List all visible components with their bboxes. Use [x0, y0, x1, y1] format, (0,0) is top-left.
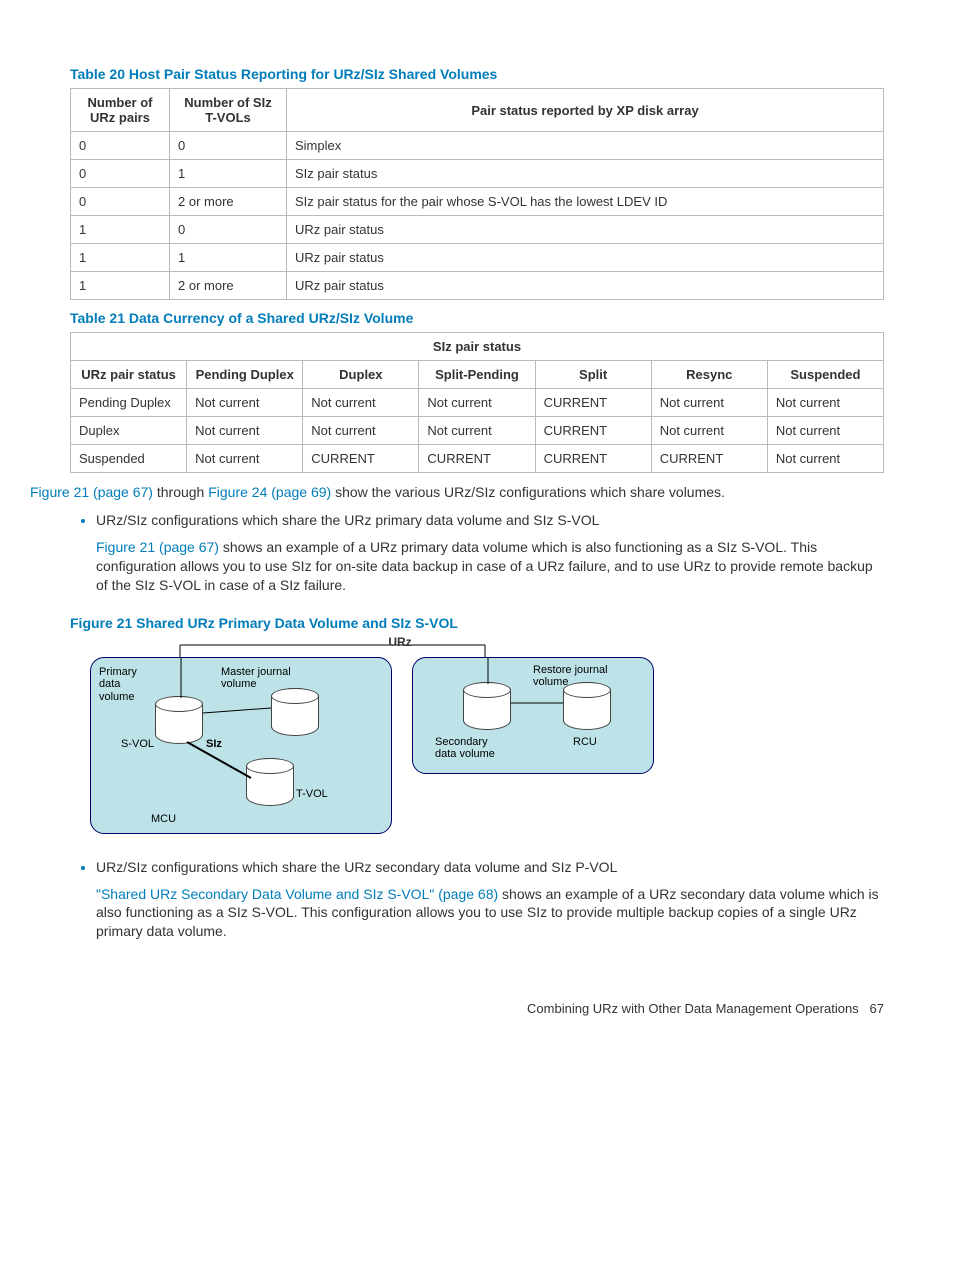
table-cell: Pending Duplex: [71, 389, 187, 417]
table-cell: 0: [170, 216, 287, 244]
table-cell: Not current: [767, 445, 883, 473]
table-cell: 1: [71, 272, 170, 300]
urz-label: URz: [150, 635, 650, 649]
tvol-cyl-icon: [246, 758, 294, 806]
table-cell: 2 or more: [170, 272, 287, 300]
table-cell: URz pair status: [287, 272, 884, 300]
table-21: SIz pair status URz pair statusPending D…: [70, 332, 884, 473]
t20-h2: Number of SIz T-VOLs: [170, 89, 287, 132]
table-cell: 1: [71, 244, 170, 272]
table-cell: Simplex: [287, 132, 884, 160]
link-fig24[interactable]: Figure 24 (page 69): [208, 484, 331, 500]
table-cell: 2 or more: [170, 188, 287, 216]
master-journal-cyl-icon: [271, 688, 319, 736]
t20-h1: Number of URz pairs: [71, 89, 170, 132]
bullet-shared-secondary: URz/SIz configurations which share the U…: [96, 859, 884, 942]
table-cell: CURRENT: [651, 445, 767, 473]
primary-cyl-icon: [155, 696, 203, 744]
link-shared-secondary[interactable]: "Shared URz Secondary Data Volume and SI…: [96, 886, 498, 902]
table-cell: Not current: [767, 389, 883, 417]
table-cell: URz pair status: [287, 244, 884, 272]
table-cell: 0: [71, 160, 170, 188]
table-cell: CURRENT: [535, 417, 651, 445]
table-cell: Not current: [187, 445, 303, 473]
link-fig21[interactable]: Figure 21 (page 67): [30, 484, 153, 500]
bullet-shared-primary: URz/SIz configurations which share the U…: [96, 512, 884, 595]
table-cell: 0: [71, 132, 170, 160]
table-cell: Not current: [767, 417, 883, 445]
t20-h3: Pair status reported by XP disk array: [287, 89, 884, 132]
table-header: Split: [535, 361, 651, 389]
table-cell: 0: [170, 132, 287, 160]
table-cell: URz pair status: [287, 216, 884, 244]
restore-journal-cyl-icon: [563, 682, 611, 730]
table-cell: 1: [170, 244, 287, 272]
table-cell: SIz pair status for the pair whose S-VOL…: [287, 188, 884, 216]
table-21-title: Table 21 Data Currency of a Shared URz/S…: [70, 310, 884, 326]
table-cell: Not current: [651, 417, 767, 445]
t21-span: SIz pair status: [71, 333, 884, 361]
table-cell: Not current: [419, 417, 535, 445]
table-cell: Suspended: [71, 445, 187, 473]
table-cell: CURRENT: [303, 445, 419, 473]
table-cell: Not current: [419, 389, 535, 417]
rcu-box: Restore journal volume Secondary data vo…: [412, 657, 654, 774]
table-cell: Not current: [187, 417, 303, 445]
table-header: Split-Pending: [419, 361, 535, 389]
table-cell: CURRENT: [535, 445, 651, 473]
table-20: Number of URz pairs Number of SIz T-VOLs…: [70, 88, 884, 300]
link-fig21-b[interactable]: Figure 21 (page 67): [96, 539, 219, 555]
figure-21-title: Figure 21 Shared URz Primary Data Volume…: [70, 615, 884, 631]
secondary-cyl-icon: [463, 682, 511, 730]
table-cell: Duplex: [71, 417, 187, 445]
table-cell: CURRENT: [535, 389, 651, 417]
table-cell: 1: [170, 160, 287, 188]
table-header: Pending Duplex: [187, 361, 303, 389]
table-cell: Not current: [651, 389, 767, 417]
mcu-box: Primary data volume Master journal volum…: [90, 657, 392, 834]
table-header: Suspended: [767, 361, 883, 389]
table-header: URz pair status: [71, 361, 187, 389]
table-20-title: Table 20 Host Pair Status Reporting for …: [70, 66, 884, 82]
table-header: Resync: [651, 361, 767, 389]
table-cell: Not current: [303, 417, 419, 445]
page-footer: Combining URz with Other Data Management…: [70, 1001, 884, 1016]
table-cell: Not current: [303, 389, 419, 417]
table-cell: 0: [71, 188, 170, 216]
figure-21-diagram: URz Primary data volume Master journal v…: [90, 639, 690, 839]
table-cell: Not current: [187, 389, 303, 417]
table-cell: CURRENT: [419, 445, 535, 473]
table-cell: SIz pair status: [287, 160, 884, 188]
table-header: Duplex: [303, 361, 419, 389]
table-cell: 1: [71, 216, 170, 244]
para-figures-range: Figure 21 (page 67) through Figure 24 (p…: [30, 483, 884, 502]
